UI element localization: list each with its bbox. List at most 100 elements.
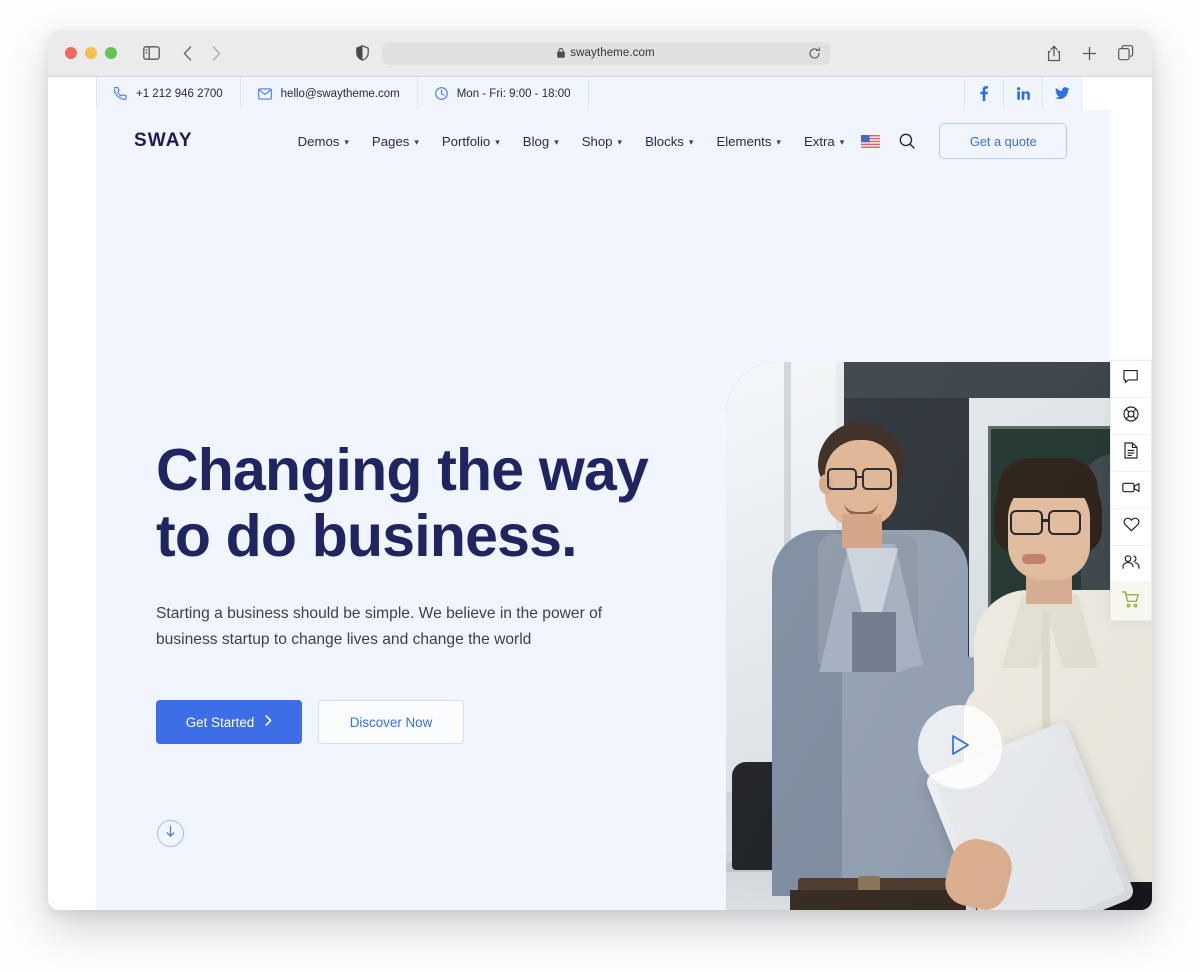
topbar-spacer	[589, 77, 965, 110]
rail-item-favorites[interactable]	[1111, 509, 1151, 546]
page-title: Changing the way to do business.	[156, 437, 716, 569]
chevron-down-icon: ▾	[839, 136, 845, 147]
window-traffic-lights	[65, 47, 117, 59]
share-icon[interactable]	[1047, 45, 1061, 62]
play-video-button[interactable]	[918, 705, 1002, 789]
hero-section: Changing the way to do business. Startin…	[96, 172, 1152, 910]
document-icon	[1124, 442, 1138, 464]
hero-actions: Get Started Discover Now	[156, 700, 716, 744]
mail-icon	[257, 87, 272, 100]
chevron-down-icon: ▾	[776, 136, 781, 147]
hero-title-line-2: to do business.	[156, 503, 578, 569]
browser-toolbar: swaytheme.com	[48, 30, 1152, 77]
sidebar-toggle-icon[interactable]	[143, 46, 160, 60]
topbar-hours: Mon - Fri: 9:00 - 18:00	[418, 77, 589, 110]
nav-item-blog[interactable]: Blog ▾	[523, 134, 559, 149]
primary-navigation: Demos ▾ Pages ▾ Portfolio ▾ Blog ▾ Shop …	[298, 134, 845, 149]
chevron-down-icon: ▾	[414, 136, 419, 147]
play-triangle-icon	[950, 734, 970, 761]
page-viewport: +1 212 946 2700 hello@swaytheme.com Mon …	[48, 77, 1152, 910]
hero-subtitle-line-1: Starting a business should be simple. We…	[156, 605, 603, 622]
topbar-phone[interactable]: +1 212 946 2700	[96, 77, 241, 110]
phone-icon	[114, 87, 127, 100]
browser-toolbar-actions	[1047, 45, 1134, 62]
shopping-cart-icon	[1122, 590, 1140, 613]
nav-item-extra-label: Extra	[803, 133, 835, 149]
rail-item-document[interactable]	[1111, 435, 1151, 472]
topbar-phone-label: +1 212 946 2700	[136, 87, 223, 100]
chevron-left-icon[interactable]	[183, 45, 192, 61]
site-content: +1 212 946 2700 hello@swaytheme.com Mon …	[96, 77, 1152, 910]
hero-title-line-1: Changing the way	[156, 437, 649, 503]
nav-item-blocks-label: Blocks	[645, 133, 684, 149]
twitter-icon[interactable]	[1043, 77, 1082, 110]
heart-icon	[1123, 517, 1140, 537]
nav-item-shop-label: Shop	[581, 133, 613, 149]
nav-item-pages-label: Pages	[371, 133, 410, 149]
topbar-tail	[1082, 77, 1110, 110]
nav-item-portfolio-label: Portfolio	[441, 133, 491, 149]
chevron-down-icon: ▾	[554, 136, 559, 147]
nav-item-elements-label: Elements	[716, 133, 772, 149]
facebook-icon[interactable]	[965, 77, 1004, 110]
floating-side-rail	[1110, 360, 1152, 621]
lock-icon	[557, 48, 566, 58]
get-started-button[interactable]: Get Started	[156, 700, 302, 744]
nav-item-blog-label: Blog	[522, 133, 550, 149]
clock-icon	[434, 87, 448, 100]
chevron-right-icon	[265, 715, 272, 729]
hero-image	[726, 362, 1152, 910]
plus-icon[interactable]	[1082, 46, 1097, 61]
hero-subtitle: Starting a business should be simple. We…	[156, 601, 656, 652]
brand-logo[interactable]: SWAY	[134, 130, 193, 152]
reload-icon[interactable]	[808, 46, 821, 60]
rail-item-team[interactable]	[1111, 546, 1151, 583]
rail-item-support[interactable]	[1111, 398, 1151, 435]
nav-item-demos-label: Demos	[297, 133, 340, 149]
chevron-down-icon: ▾	[688, 136, 694, 147]
url-text: swaytheme.com	[570, 47, 655, 59]
chevron-down-icon: ▾	[617, 136, 623, 147]
site-navbar: SWAY Demos ▾ Pages ▾ Portfolio ▾ Blog ▾ …	[96, 110, 1110, 172]
video-camera-icon	[1122, 481, 1140, 499]
search-icon[interactable]	[899, 133, 915, 149]
topbar-social-links	[965, 77, 1082, 110]
nav-item-elements[interactable]: Elements ▾	[716, 134, 781, 149]
page-left-gutter	[48, 77, 96, 910]
nav-item-demos[interactable]: Demos ▾	[298, 134, 349, 149]
nav-item-blocks[interactable]: Blocks ▾	[645, 134, 693, 149]
maximize-window-button[interactable]	[105, 47, 117, 59]
topbar-email-label: hello@swaytheme.com	[280, 87, 400, 100]
users-icon	[1122, 554, 1140, 574]
chevron-down-icon: ▾	[344, 136, 349, 147]
us-flag-icon[interactable]	[861, 134, 881, 148]
hero-copy: Changing the way to do business. Startin…	[156, 437, 716, 744]
lifebuoy-support-icon	[1123, 405, 1139, 427]
chevron-right-icon[interactable]	[212, 45, 221, 61]
chevron-down-icon: ▾	[495, 136, 500, 147]
discover-now-button[interactable]: Discover Now	[318, 700, 464, 744]
get-a-quote-button[interactable]: Get a quote	[939, 123, 1068, 159]
topbar-hours-label: Mon - Fri: 9:00 - 18:00	[456, 87, 571, 100]
nav-item-portfolio[interactable]: Portfolio ▾	[442, 134, 500, 149]
minimize-window-button[interactable]	[85, 47, 97, 59]
close-window-button[interactable]	[65, 47, 77, 59]
get-started-label: Get Started	[185, 714, 255, 730]
linkedin-icon[interactable]	[1004, 77, 1043, 110]
nav-item-pages[interactable]: Pages ▾	[372, 134, 419, 149]
scroll-down-button[interactable]	[157, 820, 184, 847]
site-topbar: +1 212 946 2700 hello@swaytheme.com Mon …	[96, 77, 1110, 110]
chat-bubble-icon	[1123, 369, 1139, 390]
rail-item-cart[interactable]	[1111, 583, 1151, 620]
privacy-shield-icon[interactable]	[356, 45, 369, 61]
rail-item-chat[interactable]	[1111, 361, 1151, 398]
browser-nav-arrows	[183, 45, 221, 61]
address-bar[interactable]: swaytheme.com	[382, 41, 830, 65]
hero-subtitle-line-2: business startup to change lives and cha…	[156, 630, 532, 648]
nav-item-extra[interactable]: Extra ▾	[804, 134, 844, 149]
browser-window: swaytheme.com +1 212 946 2700 hello@sway…	[48, 30, 1152, 910]
nav-item-shop[interactable]: Shop ▾	[582, 134, 622, 149]
tabs-overview-icon[interactable]	[1118, 45, 1134, 61]
topbar-email[interactable]: hello@swaytheme.com	[241, 77, 418, 110]
rail-item-video[interactable]	[1111, 472, 1151, 509]
